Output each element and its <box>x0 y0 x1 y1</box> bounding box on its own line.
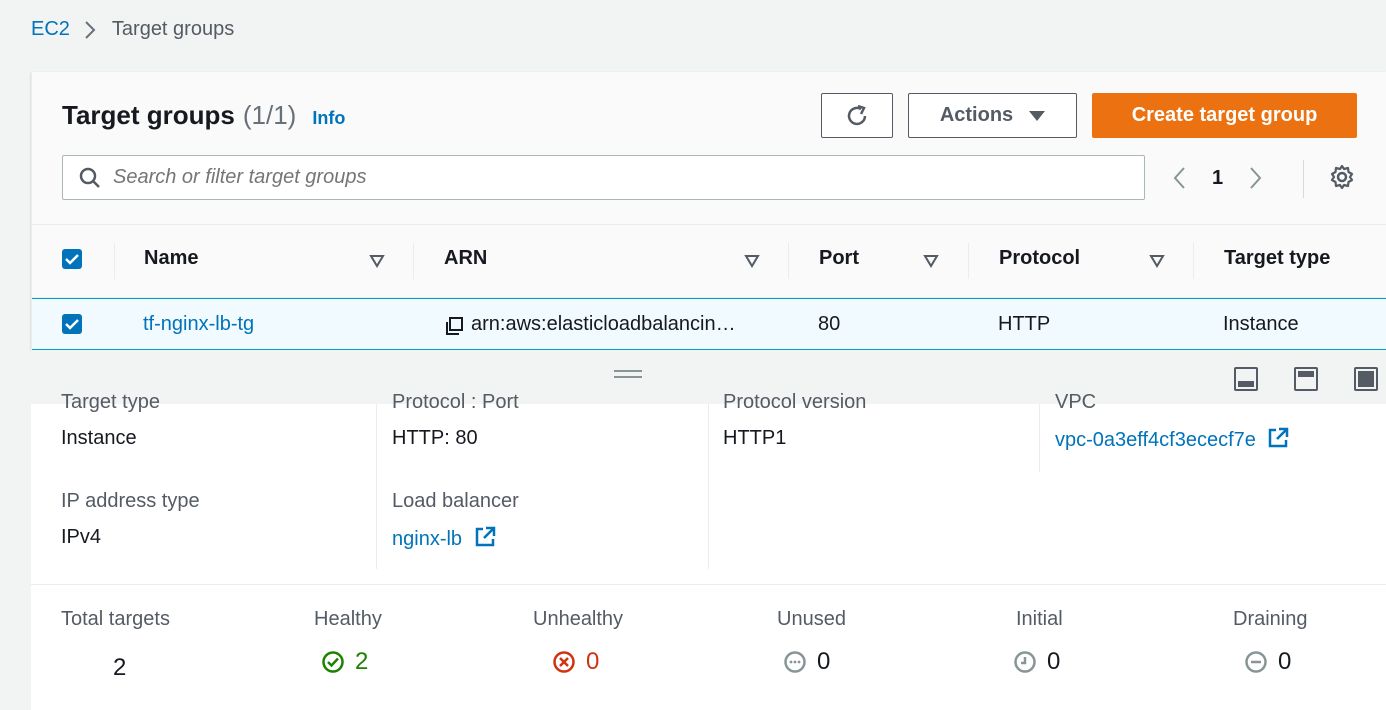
vpc-label: VPC <box>1055 391 1097 413</box>
initial-count: 0 <box>1013 648 1060 676</box>
page-title: Target groups (1/1) Info <box>62 100 345 131</box>
gear-icon[interactable] <box>1329 164 1355 190</box>
refresh-button[interactable] <box>821 93 893 138</box>
protocol-port-value: HTTP: 80 <box>392 427 478 449</box>
target-groups-panel: Target groups (1/1) Info Actions Create … <box>31 72 1386 350</box>
arn-value: arn:aws:elasticloadbalancin… <box>471 313 736 335</box>
split-full-icon[interactable] <box>1354 367 1378 391</box>
selection-count: (1/1) <box>242 100 297 130</box>
healthy-label: Healthy <box>314 608 382 630</box>
check-circle-icon <box>322 651 344 673</box>
search-input[interactable] <box>113 166 1013 189</box>
create-target-group-button[interactable]: Create target group <box>1092 93 1357 138</box>
minus-circle-icon <box>1245 651 1267 673</box>
actions-label: Actions <box>939 104 1014 126</box>
protocol-port-label: Protocol : Port <box>392 391 519 413</box>
external-link-icon <box>475 526 495 547</box>
target-type-label: Target type <box>61 391 160 413</box>
column-header-name[interactable]: Name <box>144 247 198 270</box>
vpc-link-text[interactable]: vpc-0a3eff4cf3ececf7e <box>1055 429 1256 451</box>
load-balancer-link[interactable]: nginx-lb <box>392 526 496 551</box>
draining-value: 0 <box>1278 648 1292 675</box>
column-divider <box>1039 404 1040 472</box>
unhealthy-label: Unhealthy <box>533 608 624 630</box>
page-number[interactable]: 1 <box>1212 167 1223 190</box>
load-balancer-link-text[interactable]: nginx-lb <box>392 528 462 550</box>
pager-divider <box>1303 160 1304 198</box>
protocol-version-label: Protocol version <box>723 391 867 413</box>
caret-down-icon <box>1029 110 1046 121</box>
sort-icon[interactable] <box>744 254 760 268</box>
sort-icon[interactable] <box>369 254 385 268</box>
unhealthy-value: 0 <box>586 648 600 675</box>
table-header: Name ARN Port Protocol Target type <box>32 224 1386 298</box>
search-icon <box>79 167 100 188</box>
refresh-icon <box>847 104 867 125</box>
protocol-version-value: HTTP1 <box>723 427 787 449</box>
column-header-protocol[interactable]: Protocol <box>999 247 1080 270</box>
section-divider <box>31 584 1386 585</box>
ellipsis-circle-icon <box>784 651 806 673</box>
table-row[interactable]: tf-nginx-lb-tg arn:aws:elasticloadbalanc… <box>32 298 1386 350</box>
pagination: 1 <box>1172 160 1263 196</box>
x-circle-icon <box>553 651 575 673</box>
column-divider <box>376 404 377 569</box>
search-box[interactable] <box>62 155 1145 200</box>
healthy-value: 2 <box>355 648 369 675</box>
load-balancer-label: Load balancer <box>392 490 519 512</box>
column-header-target-type[interactable]: Target type <box>1224 247 1330 270</box>
initial-value: 0 <box>1047 648 1061 675</box>
total-targets-value: 2 <box>113 654 127 681</box>
actions-dropdown[interactable]: Actions <box>908 93 1077 138</box>
column-divider <box>413 243 414 279</box>
initial-label: Initial <box>1016 608 1063 630</box>
breadcrumb: EC2 Target groups <box>31 18 234 41</box>
drag-handle-icon[interactable] <box>614 370 642 378</box>
column-divider <box>788 243 789 279</box>
target-group-name-link[interactable]: tf-nginx-lb-tg <box>143 313 254 336</box>
target-type-value: Instance <box>1223 313 1299 335</box>
split-side-icon[interactable] <box>1294 367 1318 391</box>
unused-label: Unused <box>777 608 846 630</box>
unhealthy-count: 0 <box>552 648 599 676</box>
split-bottom-icon[interactable] <box>1234 367 1258 391</box>
column-divider <box>708 404 709 569</box>
protocol-value: HTTP <box>998 313 1051 335</box>
ip-address-type-label: IP address type <box>61 490 200 512</box>
copy-icon[interactable] <box>444 316 464 336</box>
column-divider <box>968 243 969 279</box>
sort-icon[interactable] <box>1149 254 1165 268</box>
clock-icon <box>1014 651 1036 673</box>
breadcrumb-current: Target groups <box>111 18 235 40</box>
ip-address-type-value: IPv4 <box>61 526 102 548</box>
split-panel-handle[interactable] <box>31 350 1386 404</box>
row-checkbox[interactable] <box>62 314 82 334</box>
previous-page-icon[interactable] <box>1172 166 1186 190</box>
column-divider <box>114 243 115 279</box>
column-header-arn[interactable]: ARN <box>444 247 487 270</box>
select-all-checkbox[interactable] <box>62 249 82 269</box>
next-page-icon[interactable] <box>1249 166 1263 190</box>
sort-icon[interactable] <box>923 254 939 268</box>
info-link[interactable]: Info <box>312 108 345 129</box>
draining-count: 0 <box>1244 648 1291 676</box>
external-link-icon <box>1269 427 1289 448</box>
chevron-right-icon <box>84 20 96 40</box>
port-value: 80 <box>818 313 841 335</box>
target-group-details: Target type Protocol : Port Protocol ver… <box>31 391 1386 710</box>
vpc-link[interactable]: vpc-0a3eff4cf3ececf7e <box>1055 427 1289 452</box>
draining-label: Draining <box>1233 608 1308 630</box>
page-title-text: Target groups <box>62 100 235 130</box>
unused-value: 0 <box>817 648 831 675</box>
unused-count: 0 <box>783 648 830 676</box>
healthy-count: 2 <box>321 648 368 676</box>
column-header-port[interactable]: Port <box>819 247 859 270</box>
column-divider <box>1193 243 1194 279</box>
total-targets-label: Total targets <box>61 608 170 630</box>
target-type-value: Instance <box>61 427 137 449</box>
breadcrumb-ec2-link[interactable]: EC2 <box>31 18 70 41</box>
